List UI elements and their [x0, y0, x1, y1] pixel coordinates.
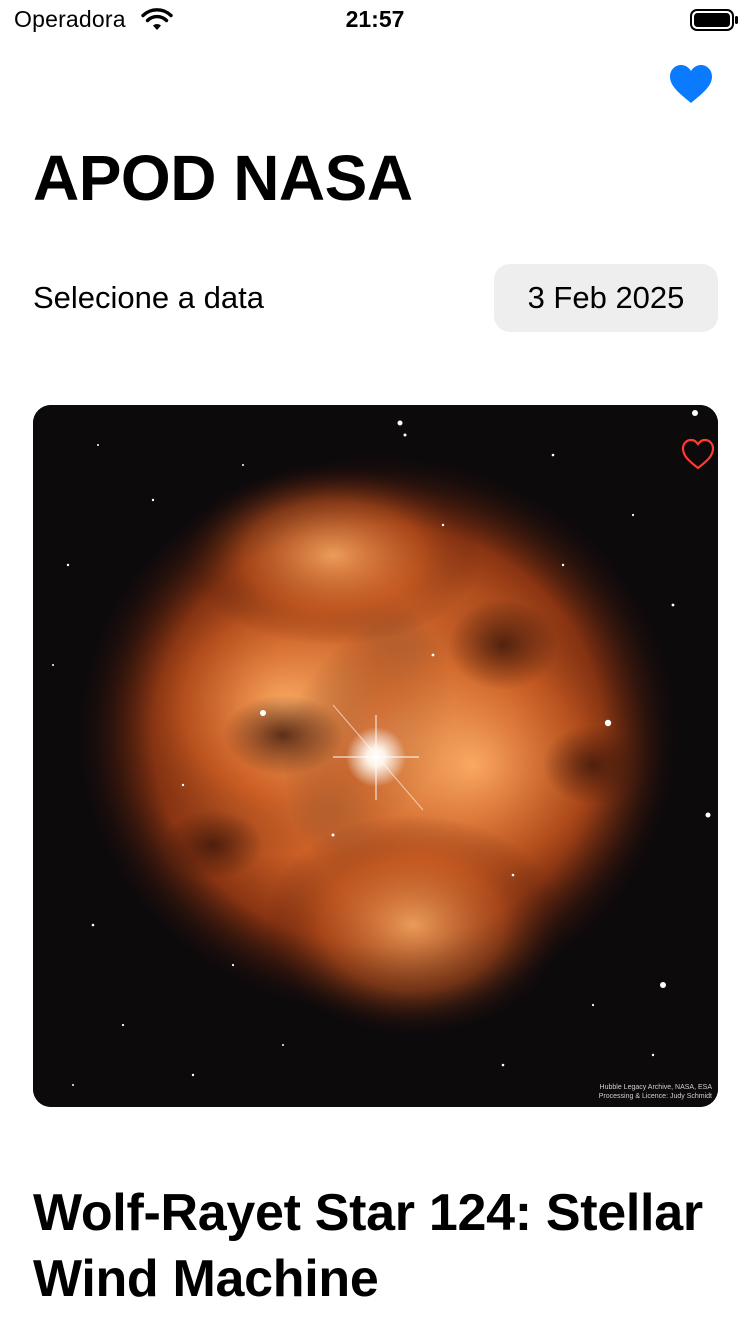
date-picker-button[interactable]: 3 Feb 2025 — [494, 264, 718, 332]
apod-title: Wolf-Rayet Star 124: Stellar Wind Machin… — [33, 1184, 703, 1308]
image-credit-line2: Processing & Licence: Judy Schmidt — [598, 1093, 712, 1100]
favorites-heart-icon[interactable] — [667, 60, 715, 108]
apod-image: Hubble Legacy Archive, NASA, ESA Process… — [33, 405, 718, 1107]
page-title: APOD NASA — [33, 142, 413, 214]
status-time: 21:57 — [345, 6, 405, 32]
image-credit-line1: Hubble Legacy Archive, NASA, ESA — [599, 1084, 712, 1091]
status-bar: Operadora 21:57 — [0, 0, 750, 40]
nebula-image — [33, 405, 718, 1107]
battery-icon — [690, 9, 738, 31]
favorite-heart-icon[interactable] — [680, 436, 716, 472]
image-credit: Hubble Legacy Archive, NASA, ESA Process… — [599, 1083, 712, 1101]
date-label: Selecione a data — [33, 280, 264, 315]
